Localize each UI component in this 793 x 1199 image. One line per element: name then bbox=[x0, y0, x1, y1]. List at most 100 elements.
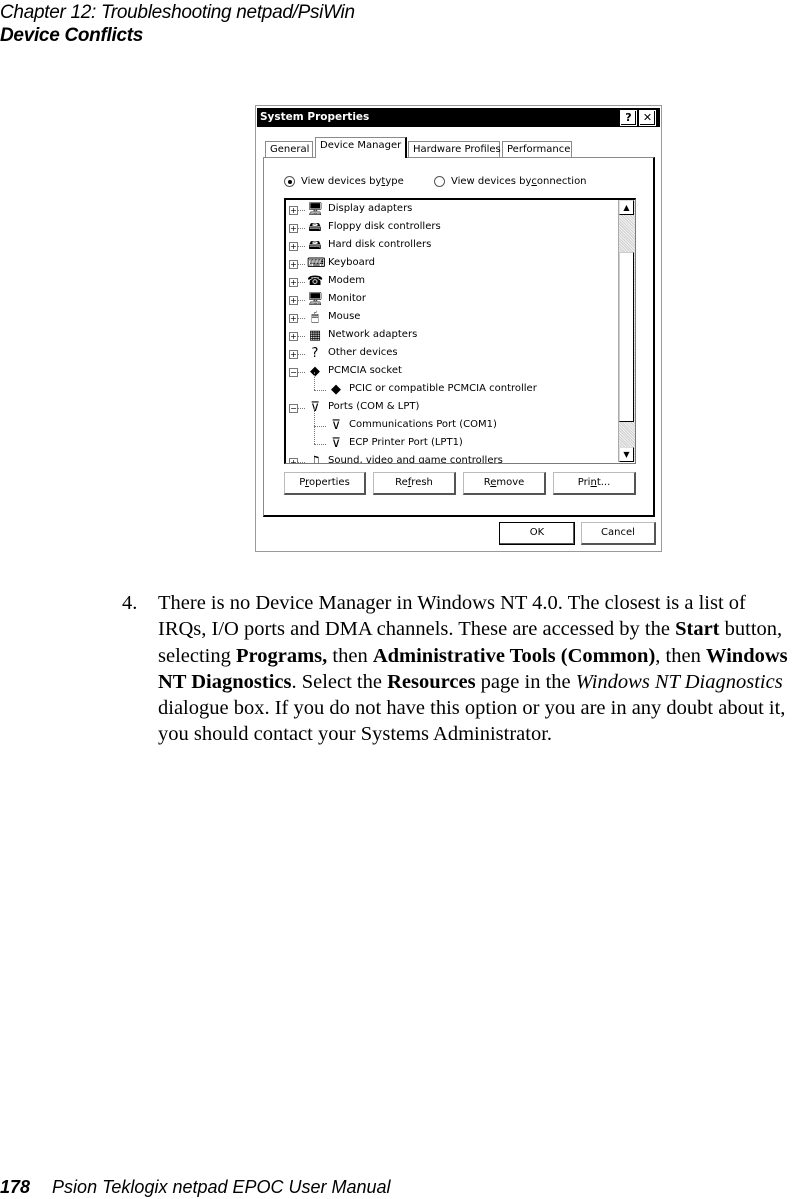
tree-item-label: Hard disk controllers bbox=[328, 239, 432, 250]
port-icon: ⊽ bbox=[310, 400, 320, 415]
properties-button[interactable]: Properties bbox=[284, 472, 366, 495]
port-icon: ⊽ bbox=[331, 436, 341, 451]
expand-icon[interactable]: + bbox=[289, 350, 298, 359]
expand-icon[interactable]: + bbox=[289, 332, 298, 341]
network-adapter-icon: ▦ bbox=[308, 328, 322, 343]
step-text: There is no Device Manager in Windows NT… bbox=[158, 590, 793, 748]
keyboard-icon: ⌨ bbox=[307, 256, 326, 271]
system-properties-dialog: System Properties ? ✕ General Device Man… bbox=[255, 105, 662, 552]
tree-item[interactable]: + 🖱 Mouse bbox=[286, 309, 616, 327]
tree-connector bbox=[298, 228, 305, 229]
tree-item[interactable]: + 🖥 Monitor bbox=[286, 291, 616, 309]
tree-item-label: ECP Printer Port (LPT1) bbox=[349, 437, 463, 448]
disk-controller-icon: 🖴 bbox=[308, 238, 322, 253]
tree-item[interactable]: + 🖴 Floppy disk controllers bbox=[286, 219, 616, 237]
close-button[interactable]: ✕ bbox=[639, 110, 656, 126]
text-run: page in the bbox=[475, 670, 576, 693]
bold-term: Start bbox=[675, 618, 720, 641]
italic-term: Windows NT Diagnostics bbox=[575, 670, 783, 693]
tree-item[interactable]: + ♫ Sound, video and game controllers bbox=[286, 453, 616, 464]
tree-connector bbox=[298, 210, 305, 211]
bold-term: Administrative Tools (Common) bbox=[372, 644, 656, 667]
scroll-down-arrow-icon[interactable]: ▼ bbox=[619, 447, 634, 462]
tree-item-label: Sound, video and game controllers bbox=[328, 455, 503, 464]
dialog-title: System Properties bbox=[260, 111, 370, 123]
tree-connector bbox=[298, 300, 305, 301]
tree-item-label: PCMCIA socket bbox=[328, 365, 402, 376]
tree-item-label: Display adapters bbox=[328, 203, 413, 214]
tree-connector bbox=[298, 372, 305, 373]
monitor-icon: 🖥 bbox=[307, 202, 324, 217]
tree-item[interactable]: + ⌨ Keyboard bbox=[286, 255, 616, 273]
tree-item[interactable]: + 🖴 Hard disk controllers bbox=[286, 237, 616, 255]
tree-item-label: Mouse bbox=[328, 311, 361, 322]
vertical-scrollbar[interactable]: ▲ ▼ bbox=[618, 200, 635, 462]
tree-connector bbox=[314, 372, 315, 390]
help-button[interactable]: ? bbox=[620, 110, 637, 126]
tree-item-label: Floppy disk controllers bbox=[328, 221, 441, 232]
tree-item[interactable]: + ☎ Modem bbox=[286, 273, 616, 291]
tree-item-label: PCIC or compatible PCMCIA controller bbox=[349, 383, 537, 394]
refresh-button[interactable]: Refresh bbox=[373, 472, 456, 495]
text-run: , then bbox=[655, 644, 706, 667]
ok-button[interactable]: OK bbox=[499, 522, 575, 545]
expand-icon[interactable]: + bbox=[289, 278, 298, 287]
expand-icon[interactable]: + bbox=[289, 296, 298, 305]
mouse-icon: 🖱 bbox=[311, 310, 319, 325]
expand-icon[interactable]: + bbox=[289, 260, 298, 269]
tab-performance[interactable]: Performance bbox=[502, 141, 572, 157]
tree-connector bbox=[314, 390, 326, 391]
tree-connector bbox=[314, 444, 326, 445]
tab-general[interactable]: General bbox=[265, 141, 313, 157]
scroll-thumb[interactable] bbox=[619, 252, 634, 422]
scroll-up-arrow-icon[interactable]: ▲ bbox=[619, 200, 634, 215]
tree-item[interactable]: ⊽ Communications Port (COM1) bbox=[286, 408, 616, 435]
pcmcia-warning-icon: ◆ bbox=[331, 382, 341, 397]
page-footer: 178 Psion Teklogix netpad EPOC User Manua… bbox=[0, 1177, 391, 1198]
device-tree[interactable]: + 🖥 Display adapters + 🖴 Floppy disk controll… bbox=[284, 198, 636, 464]
text-run: dialogue box. If you do not have this op… bbox=[158, 697, 786, 746]
sound-icon: ♫ bbox=[309, 454, 321, 464]
tree-connector bbox=[298, 282, 305, 283]
tree-item-label: Communications Port (COM1) bbox=[349, 419, 497, 430]
tree-item[interactable]: ◆ PCIC or compatible PCMCIA controller bbox=[286, 372, 616, 399]
expand-icon[interactable]: + bbox=[289, 314, 298, 323]
tab-device-manager[interactable]: Device Manager bbox=[315, 137, 407, 158]
tree-item-label: Keyboard bbox=[328, 257, 376, 268]
tree-connector bbox=[298, 246, 305, 247]
expand-icon[interactable]: + bbox=[289, 224, 298, 233]
remove-button[interactable]: Remove bbox=[463, 472, 546, 495]
expand-icon[interactable]: + bbox=[289, 242, 298, 251]
tree-item[interactable]: +? Other devices bbox=[286, 345, 616, 363]
tab-hardware-profiles[interactable]: Hardware Profiles bbox=[408, 141, 501, 157]
radio-view-by-type[interactable]: View devices by t ype bbox=[284, 176, 404, 187]
tree-item[interactable]: ⊽ ECP Printer Port (LPT1) bbox=[286, 426, 616, 453]
tree-item-label: Other devices bbox=[328, 347, 398, 358]
cancel-button[interactable]: Cancel bbox=[581, 522, 656, 545]
radio-view-by-connection[interactable]: View devices by c onnection bbox=[434, 176, 587, 187]
chapter-header: Chapter 12: Troubleshooting netpad/PsiWi… bbox=[0, 2, 355, 23]
tree-connector bbox=[314, 426, 315, 444]
tree-item-label: Modem bbox=[328, 275, 365, 286]
radio-selected-indicator bbox=[284, 176, 295, 187]
tree-item[interactable]: − ◆ PCMCIA socket bbox=[286, 363, 616, 381]
tree-item[interactable]: + 🖥 Display adapters bbox=[286, 201, 616, 219]
tree-connector bbox=[298, 264, 305, 265]
tree-connector bbox=[298, 318, 305, 319]
bold-term: Resources bbox=[387, 670, 476, 693]
tree-item[interactable]: + ▦ Network adapters bbox=[286, 327, 616, 345]
text-run: There is no Device Manager in Windows NT… bbox=[158, 592, 746, 641]
tree-item[interactable]: − ⊽ Ports (COM & LPT) bbox=[286, 399, 616, 417]
title-bar: System Properties ? ✕ bbox=[257, 108, 660, 127]
pcmcia-icon: ◆ bbox=[310, 364, 320, 379]
expand-icon[interactable]: + bbox=[289, 458, 298, 463]
collapse-icon[interactable]: − bbox=[289, 404, 298, 413]
expand-icon[interactable]: + bbox=[289, 206, 298, 215]
monitor-icon: 🖥 bbox=[307, 292, 324, 307]
tree-item-label: Ports (COM & LPT) bbox=[328, 401, 420, 412]
text-run: then bbox=[327, 644, 373, 667]
collapse-icon[interactable]: − bbox=[289, 368, 298, 377]
print-button[interactable]: Print... bbox=[553, 472, 636, 495]
port-icon: ⊽ bbox=[331, 418, 341, 433]
disk-controller-icon: 🖴 bbox=[308, 220, 322, 235]
